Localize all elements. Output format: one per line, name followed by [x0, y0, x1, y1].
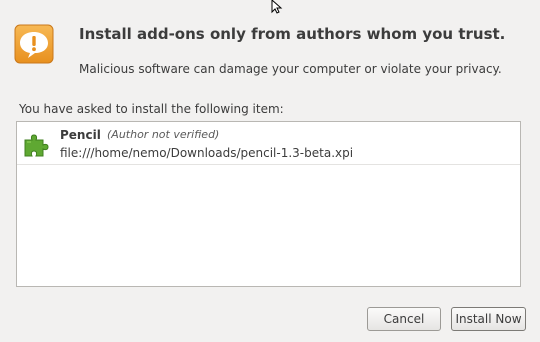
mouse-pointer-icon — [271, 0, 283, 14]
verification-status: (Author not verified) — [107, 128, 220, 141]
list-item[interactable]: Pencil (Author not verified) file:///hom… — [17, 122, 520, 165]
install-now-button[interactable]: Install Now — [451, 307, 526, 331]
addon-list[interactable]: Pencil (Author not verified) file:///hom… — [16, 121, 521, 287]
cancel-button[interactable]: Cancel — [367, 307, 441, 331]
addon-file-path: file:///home/nemo/Downloads/pencil-1.3-b… — [60, 146, 354, 160]
install-addon-dialog: Install add-ons only from authors whom y… — [0, 0, 540, 342]
item-list-label: You have asked to install the following … — [19, 102, 284, 116]
addon-name: Pencil — [60, 128, 101, 142]
speech-bubble-exclamation-icon — [14, 24, 54, 64]
puzzle-piece-icon — [24, 134, 49, 157]
dialog-headline: Install add-ons only from authors whom y… — [79, 25, 506, 43]
dialog-subline: Malicious software can damage your compu… — [79, 62, 502, 76]
